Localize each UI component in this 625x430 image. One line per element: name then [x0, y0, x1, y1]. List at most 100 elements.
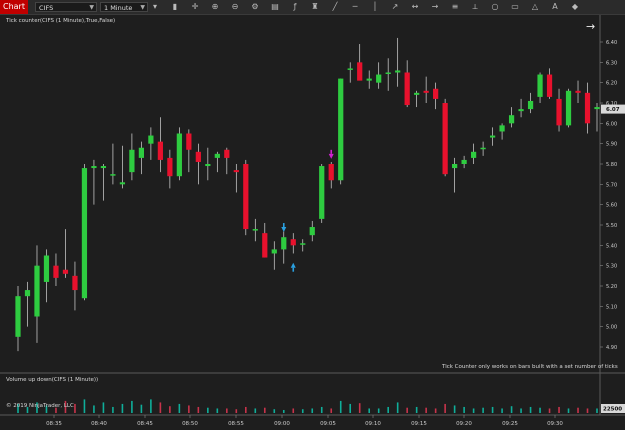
volume-bar — [406, 407, 408, 413]
volume-bar — [529, 406, 532, 413]
candle-down — [357, 62, 363, 81]
candle-up — [148, 135, 154, 144]
zoom-in-icon[interactable]: ⊕ — [210, 2, 220, 12]
strategies-icon[interactable]: ♜ — [310, 2, 320, 12]
arrow-right-icon[interactable]: → — [586, 20, 595, 33]
volume-bar — [520, 408, 522, 413]
volume-bar — [188, 405, 190, 413]
volume-panel-title: Volume up down(CIFS (1 Minute)) — [6, 377, 99, 383]
volume-bar — [102, 402, 105, 413]
candle-up — [43, 255, 50, 282]
x-tick-label: 09:15 — [411, 421, 427, 427]
vertical-line-icon[interactable]: │ — [370, 2, 380, 12]
candle-down — [262, 233, 268, 258]
candle-up — [319, 166, 325, 219]
candle-up — [100, 166, 107, 169]
indicators-icon[interactable]: ƒ — [290, 2, 300, 12]
y-tick-label: 5.60 — [606, 203, 617, 209]
arrow-line-icon[interactable]: → — [430, 2, 440, 12]
candle-up — [15, 296, 21, 337]
volume-bar — [292, 408, 295, 413]
triangle-icon[interactable]: △ — [530, 2, 540, 12]
crosshair-icon[interactable]: ✛ — [190, 2, 200, 12]
x-tick-label: 08:45 — [137, 421, 153, 427]
candle-up — [119, 182, 126, 185]
candle-down — [53, 265, 59, 278]
x-tick-label: 08:50 — [182, 421, 198, 427]
y-tick-label: 5.40 — [606, 243, 617, 249]
volume-bar — [311, 408, 314, 413]
volume-bar — [263, 407, 266, 413]
volume-bar — [510, 406, 513, 413]
volume-bar — [282, 409, 285, 413]
volume-bar — [501, 408, 503, 413]
zoom-out-icon[interactable]: ⊖ — [230, 2, 240, 12]
x-tick-label: 09:30 — [547, 421, 563, 427]
candle-up — [138, 147, 145, 158]
candle-up — [489, 135, 496, 138]
candle-up — [205, 164, 211, 167]
candle-up — [34, 265, 40, 317]
candle-up — [565, 90, 572, 126]
horizontal-line-icon[interactable]: ─ — [350, 2, 360, 12]
instrument-selector[interactable]: CIFS ▼ — [35, 2, 97, 12]
down-arrow-marker-shaft — [330, 149, 333, 154]
volume-bar — [140, 404, 143, 413]
candle-up — [537, 74, 543, 97]
volume-bar — [491, 406, 494, 413]
volume-bar — [444, 403, 446, 413]
marker-icon[interactable]: ◆ — [570, 2, 580, 12]
volume-bar — [539, 407, 541, 413]
extended-line-icon[interactable]: ↔ — [410, 2, 420, 12]
candle-down — [556, 98, 562, 126]
y-tick-label: 5.90 — [606, 142, 617, 148]
candle-up — [24, 290, 31, 297]
y-tick-label: 5.70 — [606, 182, 617, 188]
candle-down — [157, 141, 163, 160]
candle-up — [452, 164, 458, 169]
volume-bar — [235, 409, 238, 413]
rectangle-icon[interactable]: ▭ — [510, 2, 520, 12]
candle-up — [81, 168, 88, 299]
fibonacci-icon[interactable]: ≡ — [450, 2, 460, 12]
dropdown[interactable]: ▾ — [150, 2, 160, 12]
y-tick-label: 5.20 — [606, 284, 617, 290]
template-icon[interactable]: ▤ — [270, 2, 280, 12]
volume-bar — [226, 408, 228, 413]
chart-tab[interactable]: Chart — [0, 0, 28, 14]
volume-bar — [377, 408, 380, 413]
candle-down — [404, 72, 410, 106]
volume-bar — [178, 403, 181, 413]
drawing-line-icon[interactable]: ╱ — [330, 2, 340, 12]
ellipse-icon[interactable]: ○ — [490, 2, 500, 12]
price-panel-title: Tick counter(CIFS (1 Minute),True,False) — [6, 18, 116, 24]
interval-value: 1 Minute — [104, 4, 133, 12]
volume-bar — [472, 408, 475, 413]
properties-icon[interactable]: ⚙ — [250, 2, 260, 12]
bars-icon[interactable]: ▮ — [170, 2, 180, 12]
candle-up — [110, 174, 116, 176]
volume-bar — [349, 403, 352, 413]
down-arrow-marker-shaft — [282, 223, 285, 228]
candle-up — [594, 107, 600, 110]
text-icon[interactable]: A — [550, 2, 560, 12]
x-tick-label: 08:35 — [46, 421, 62, 427]
candle-up — [395, 70, 401, 73]
ray-icon[interactable]: ↗ — [390, 2, 400, 12]
candle-down — [290, 239, 296, 246]
y-tick-label: 6.00 — [606, 121, 617, 127]
tick-counter-note: Tick Counter only works on bars built wi… — [442, 364, 618, 370]
volume-bar — [453, 405, 456, 413]
y-tick-label: 5.50 — [606, 223, 617, 229]
candle-up — [338, 78, 344, 181]
candle-up — [461, 159, 467, 164]
volume-bar — [586, 408, 589, 413]
measure-icon[interactable]: ⟂ — [470, 2, 480, 12]
candle-up — [347, 68, 353, 70]
x-tick-label: 09:10 — [365, 421, 381, 427]
volume-bar — [159, 402, 162, 413]
volume-bar — [339, 400, 342, 413]
interval-selector[interactable]: 1 Minute ▼ — [100, 2, 148, 12]
x-tick-label: 09:05 — [320, 421, 336, 427]
candle-up — [376, 74, 382, 83]
